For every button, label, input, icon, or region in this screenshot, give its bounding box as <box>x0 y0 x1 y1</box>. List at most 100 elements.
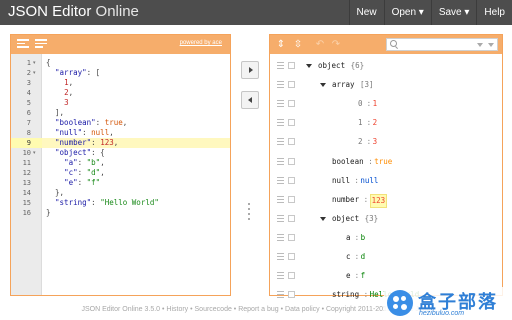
tree-field-name[interactable]: number <box>332 191 359 209</box>
drag-handle-icon[interactable] <box>277 291 284 299</box>
drag-handle-icon[interactable] <box>277 272 284 280</box>
panel-splitter-handle[interactable] <box>248 203 250 223</box>
code-token: }, <box>46 188 65 197</box>
tree-field-name[interactable]: boolean <box>332 153 364 171</box>
drag-handle-icon[interactable] <box>277 214 284 223</box>
tree-child-count: [3] <box>360 80 374 90</box>
code-token: "f" <box>86 178 101 187</box>
line-number: 5 <box>26 99 31 107</box>
context-menu-button[interactable] <box>288 233 295 241</box>
tree-field-name[interactable]: c <box>346 248 351 266</box>
collapse-all-icon[interactable]: ⇳ <box>292 38 304 51</box>
tree-row[interactable]: 2:3 <box>270 133 502 151</box>
copy-to-left-button[interactable] <box>241 91 259 109</box>
help-menu-button[interactable]: Help <box>476 0 512 25</box>
drag-handle-icon[interactable] <box>277 100 284 108</box>
line-number: 8 <box>26 129 31 137</box>
tree-field-name[interactable]: null <box>332 172 350 190</box>
context-menu-button[interactable] <box>288 100 295 108</box>
line-number: 13 <box>22 179 31 187</box>
tree-value[interactable]: 3 <box>373 133 378 151</box>
tree-separator: : <box>366 99 372 109</box>
redo-icon[interactable]: ↷ <box>330 38 342 51</box>
code-token: : <box>77 168 87 177</box>
drag-handle-icon[interactable] <box>277 138 284 146</box>
powered-by-ace-link[interactable]: powered by ace <box>180 40 222 46</box>
tree-row[interactable]: null: null <box>270 172 502 190</box>
fold-toggle-icon[interactable]: ▾ <box>33 68 36 78</box>
tree-value[interactable]: d <box>361 248 366 266</box>
tree-field-name[interactable]: array <box>332 76 355 94</box>
tree-row[interactable]: 1:2 <box>270 114 502 132</box>
open-menu-button[interactable]: Open ▾ <box>383 0 431 25</box>
tree-row[interactable]: array [3] <box>270 76 502 94</box>
drag-handle-icon[interactable] <box>277 157 284 166</box>
arrow-left-icon <box>248 97 252 103</box>
code-token: : { <box>91 148 105 157</box>
undo-icon[interactable]: ↶ <box>314 38 326 51</box>
search-options-icon[interactable] <box>477 43 483 47</box>
expand-toggle-icon[interactable] <box>320 216 326 221</box>
new-menu-button[interactable]: New <box>348 0 384 25</box>
code-token: : <box>91 198 101 207</box>
tree-value[interactable]: true <box>374 153 392 171</box>
context-menu-button[interactable] <box>288 62 295 69</box>
tree-value[interactable]: 1 <box>373 95 378 113</box>
expand-toggle-icon[interactable] <box>320 83 326 88</box>
drag-handle-icon[interactable] <box>277 176 284 185</box>
copy-to-right-button[interactable] <box>241 61 259 79</box>
context-menu-button[interactable] <box>288 81 295 89</box>
fold-toggle-icon[interactable]: ▾ <box>33 58 36 68</box>
context-menu-button[interactable] <box>288 138 295 146</box>
tree-field-name[interactable]: e <box>346 267 351 285</box>
code-area[interactable]: { "array": [ 1, 2, 3 ], "boolean": true,… <box>42 54 230 295</box>
drag-handle-icon[interactable] <box>277 62 284 70</box>
context-menu-button[interactable] <box>288 291 295 299</box>
drag-handle-icon[interactable] <box>277 253 284 261</box>
compact-icon[interactable] <box>35 39 47 50</box>
context-menu-button[interactable] <box>288 119 295 127</box>
tree-row[interactable]: c:d <box>270 248 502 266</box>
tree-value[interactable]: null <box>360 172 378 190</box>
tree-value[interactable]: 123 <box>369 193 388 208</box>
drag-handle-icon[interactable] <box>277 233 284 242</box>
tree-row[interactable]: number:123 <box>270 191 502 209</box>
tree-field-name[interactable]: a <box>346 229 351 247</box>
context-menu-button[interactable] <box>288 157 295 165</box>
tree-value[interactable]: f <box>361 267 366 285</box>
context-menu-button[interactable] <box>288 272 295 280</box>
tree-field-name[interactable]: object <box>318 57 345 75</box>
tree-separator: : <box>366 137 372 147</box>
save-menu-button[interactable]: Save ▾ <box>430 0 477 25</box>
tree-value[interactable]: b <box>361 229 366 247</box>
drag-handle-icon[interactable] <box>277 81 284 89</box>
tree-row[interactable]: 0:1 <box>270 95 502 113</box>
tree-row[interactable]: object {6} <box>270 57 502 75</box>
tree-row[interactable]: object {3} <box>270 210 502 228</box>
context-menu-button[interactable] <box>288 253 295 260</box>
expand-toggle-icon[interactable] <box>306 64 312 68</box>
tree-value[interactable]: 2 <box>373 114 378 132</box>
tree-row[interactable]: e:f <box>270 267 502 285</box>
context-menu-button[interactable] <box>288 214 295 222</box>
drag-handle-icon[interactable] <box>277 195 284 204</box>
context-menu-button[interactable] <box>288 195 295 203</box>
tree-row[interactable]: boolean: true <box>270 153 502 171</box>
tree-field-name[interactable]: string <box>332 286 359 304</box>
code-token: : <box>77 158 87 167</box>
code-line: 1, <box>42 78 230 88</box>
tree-field-name[interactable]: object <box>332 210 359 228</box>
code-token: "number" <box>55 138 92 147</box>
context-menu-button[interactable] <box>288 176 295 184</box>
fold-toggle-icon[interactable]: ▾ <box>33 148 36 158</box>
code-token: { <box>46 58 51 67</box>
line-number: 15 <box>22 199 31 207</box>
code-line: { <box>42 58 230 68</box>
format-icon[interactable] <box>17 39 29 50</box>
tree-row[interactable]: a:b <box>270 229 502 247</box>
expand-all-icon[interactable]: ⇕ <box>275 38 287 51</box>
search-next-icon[interactable] <box>488 43 494 47</box>
tree-separator: : <box>354 271 360 281</box>
drag-handle-icon[interactable] <box>277 119 284 127</box>
search-input[interactable] <box>386 38 498 51</box>
